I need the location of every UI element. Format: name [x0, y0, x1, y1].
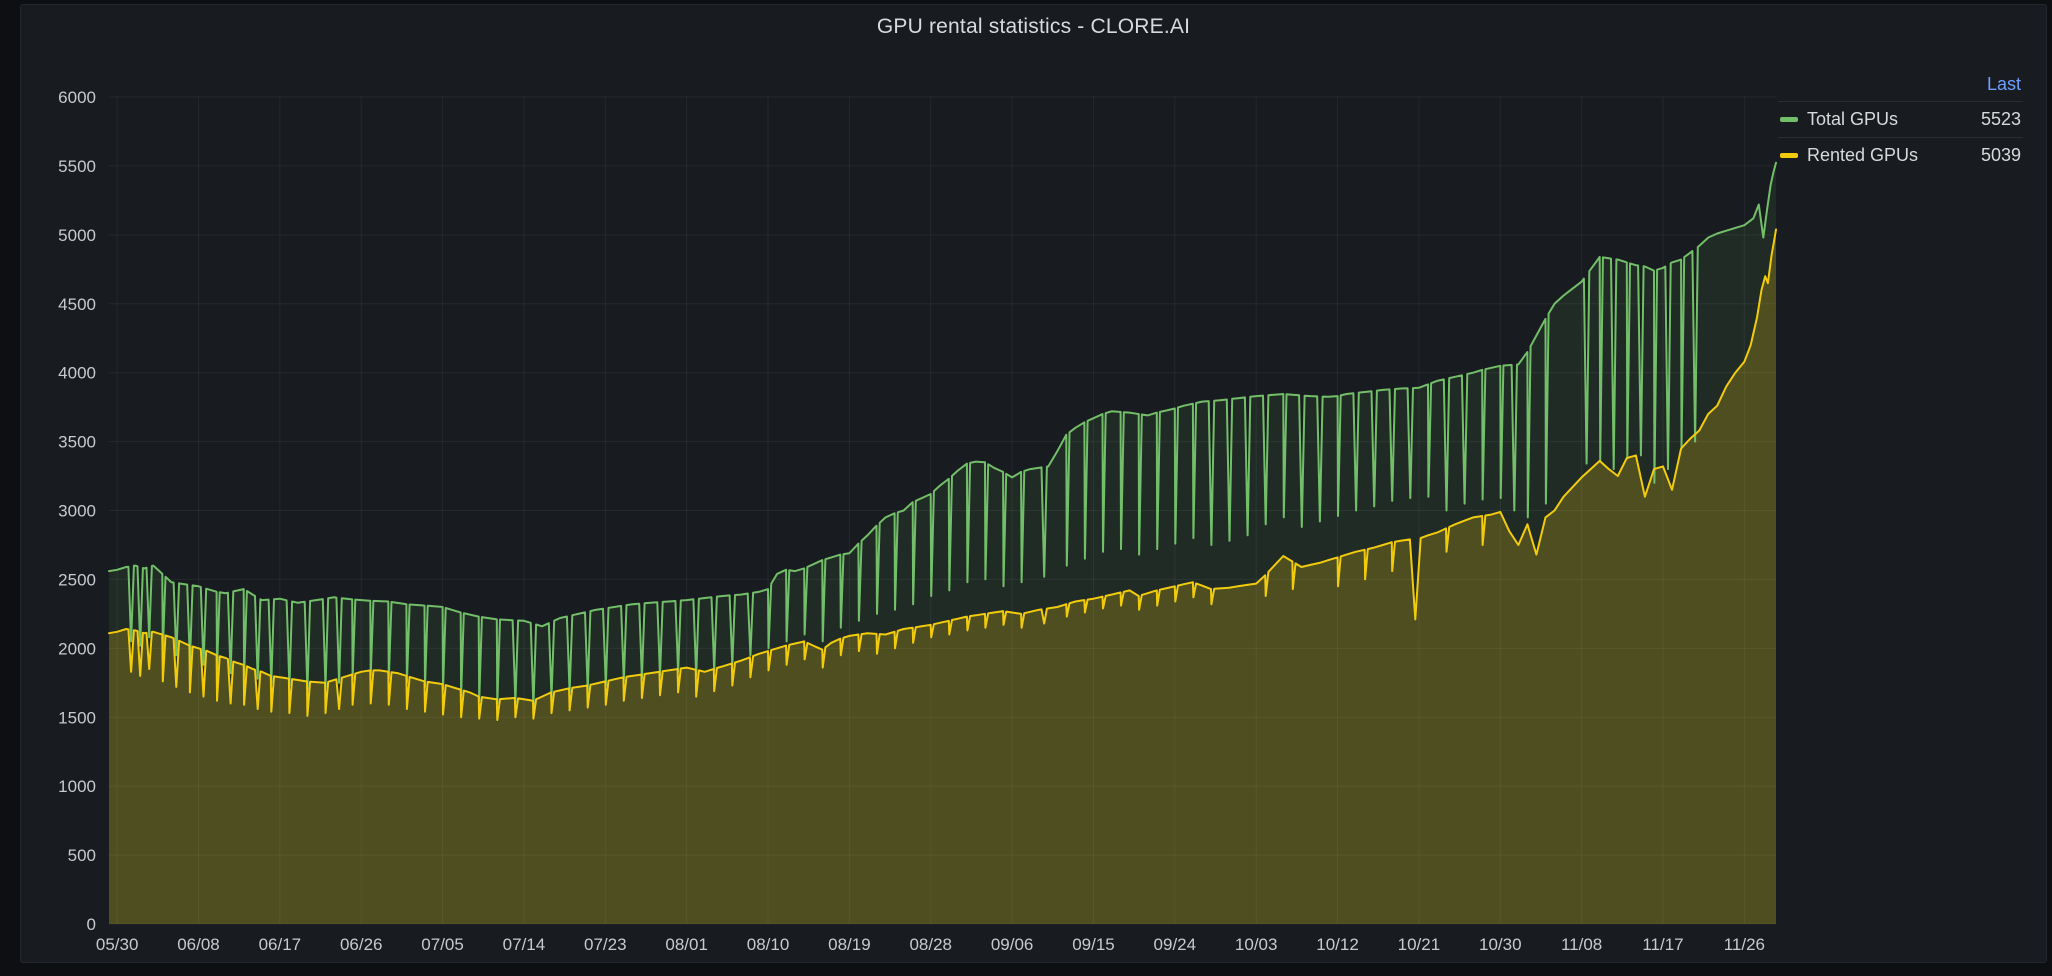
x-axis-tick-label: 09/15	[1072, 935, 1115, 954]
legend-column-last[interactable]: Last	[1987, 74, 2021, 95]
x-axis-tick-label: 08/10	[747, 935, 790, 954]
x-axis-tick-label: 08/28	[909, 935, 952, 954]
legend-last-value: 5523	[1981, 109, 2021, 130]
x-axis-tick-label: 08/19	[828, 935, 871, 954]
legend-last-value: 5039	[1981, 145, 2021, 166]
y-axis-tick-label: 2000	[58, 639, 96, 658]
y-axis-tick-label: 2500	[58, 570, 96, 589]
legend-label: Total GPUs	[1807, 109, 1981, 130]
legend-item-rented-gpus[interactable]: Rented GPUs 5039	[1778, 137, 2023, 173]
x-axis-tick-label: 10/03	[1235, 935, 1278, 954]
x-axis-tick-label: 07/14	[503, 935, 546, 954]
x-axis-tick-label: 07/23	[584, 935, 627, 954]
y-axis-tick-label: 1500	[58, 708, 96, 727]
y-axis-tick-label: 500	[68, 846, 96, 865]
y-axis-tick-label: 4500	[58, 295, 96, 314]
legend-item-total-gpus[interactable]: Total GPUs 5523	[1778, 101, 2023, 137]
x-axis-tick-label: 06/26	[340, 935, 383, 954]
y-axis-tick-label: 5000	[58, 226, 96, 245]
x-axis-tick-label: 10/12	[1316, 935, 1359, 954]
x-axis-tick-label: 06/08	[177, 935, 220, 954]
dashboard-background: GPU rental statistics - CLORE.AI 0500100…	[0, 0, 2052, 976]
legend-header: Last	[1778, 71, 2023, 101]
x-axis-tick-label: 08/01	[665, 935, 708, 954]
x-axis-tick-label: 05/30	[96, 935, 139, 954]
rented-gpus-swatch-icon	[1780, 153, 1798, 158]
y-axis-tick-label: 3500	[58, 433, 96, 452]
legend: Last Total GPUs 5523 Rented GPUs 5039	[1778, 71, 2023, 173]
y-axis-tick-label: 5500	[58, 157, 96, 176]
x-axis-tick-label: 11/08	[1561, 935, 1602, 954]
x-axis-tick-label: 09/06	[991, 935, 1034, 954]
x-axis-tick-label: 09/24	[1154, 935, 1197, 954]
legend-label: Rented GPUs	[1807, 145, 1981, 166]
x-axis-tick-label: 11/26	[1724, 935, 1765, 954]
x-axis-tick-label: 11/17	[1642, 935, 1683, 954]
y-axis-tick-label: 4000	[58, 364, 96, 383]
total-gpus-swatch-icon	[1780, 117, 1798, 122]
y-axis-tick-label: 1000	[58, 777, 96, 796]
x-axis-tick-label: 07/05	[421, 935, 464, 954]
y-axis-tick-label: 0	[87, 915, 96, 934]
y-axis-tick-label: 3000	[58, 502, 96, 521]
x-axis-tick-label: 06/17	[259, 935, 302, 954]
gpu-stats-panel: GPU rental statistics - CLORE.AI 0500100…	[20, 4, 2047, 963]
y-axis-tick-label: 6000	[58, 88, 96, 107]
time-series-plot-area[interactable]: 0 500 1000 1500 2000 2500 3000 3500 4000 4500 5000…	[21, 5, 2052, 976]
x-axis-tick-label: 10/30	[1479, 935, 1522, 954]
x-axis-tick-label: 10/21	[1398, 935, 1441, 954]
